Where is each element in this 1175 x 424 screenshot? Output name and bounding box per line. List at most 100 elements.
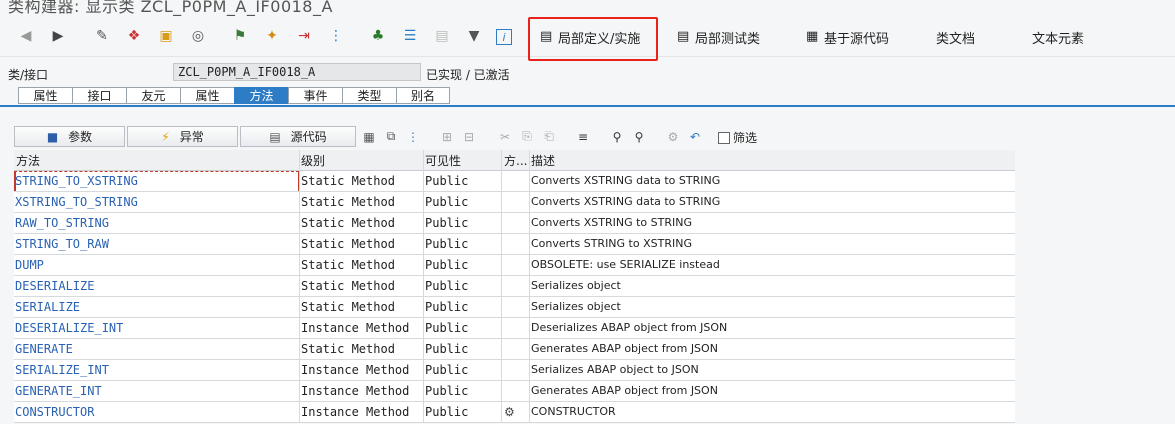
table-row[interactable]: STRING_TO_RAW Static Method Public Converts… [14, 234, 1015, 255]
table-row[interactable]: XSTRING_TO_STRING Static Method Public Conv… [14, 192, 1015, 213]
level-cell: Static Method [301, 342, 395, 356]
source-code-icon: ▦ [806, 29, 819, 44]
detail-view-icon[interactable]: ▦ [360, 127, 378, 146]
header-description[interactable]: 描述 [531, 152, 555, 169]
method-name-cell[interactable]: STRING_TO_XSTRING [15, 174, 138, 188]
filter-checkbox[interactable]: 筛选 [718, 129, 757, 146]
tab-events[interactable]: 事件 [288, 87, 342, 104]
level-cell: Instance Method [301, 405, 410, 419]
parameters-button[interactable]: ■ 参数 [14, 126, 125, 147]
description-cell: Serializes ABAP object to JSON [531, 363, 699, 376]
tab-interfaces[interactable]: 接口 [72, 87, 126, 104]
description-cell: OBSOLETE: use SERIALIZE instead [531, 258, 720, 271]
tab-methods[interactable]: 方法 [234, 87, 288, 104]
method-name-cell[interactable]: DESERIALIZE_INT [15, 321, 123, 335]
method-name-cell[interactable]: CONSTRUCTOR [15, 405, 94, 419]
column-divider [423, 150, 424, 423]
table-row[interactable]: DESERIALIZE_INT Instance Method Public Dese… [14, 318, 1015, 339]
table-row[interactable]: GENERATE Static Method Public Generates ABA… [14, 339, 1015, 360]
cut-icon[interactable]: ✂ [496, 127, 514, 146]
local-test-classes-label: 局部测试类 [695, 31, 761, 47]
info-icon[interactable]: i [496, 29, 512, 45]
copy-icon[interactable]: ⧉ [382, 127, 400, 146]
table-row[interactable]: SERIALIZE_INT Instance Method Public Serial… [14, 360, 1015, 381]
method-toolbar: ■ 参数 ⚡ 异常 ▤ 源代码 ▦ ⧉ ⋮ ⊞ ⊟ ✂ ⎘ ⎗ ≡ ⚲ ⚲ ⚙ … [14, 126, 1014, 148]
header-method-type[interactable]: 方... [504, 152, 527, 169]
method-name-cell[interactable]: DESERIALIZE [15, 279, 94, 293]
tab-types[interactable]: 类型 [342, 87, 396, 104]
tree-icon[interactable]: ⋮ [404, 127, 422, 146]
header-level[interactable]: 级别 [301, 152, 325, 169]
activate-icon[interactable]: ◎ [188, 26, 208, 46]
header-visibility[interactable]: 可见性 [425, 152, 461, 169]
settings-icon[interactable]: ⚙ [664, 127, 682, 146]
method-name-cell[interactable]: SERIALIZE [15, 300, 80, 314]
description-cell: Converts XSTRING data to STRING [531, 195, 721, 208]
parameters-label: 参数 [68, 130, 93, 144]
tab-attributes-1[interactable]: 属性 [18, 87, 72, 104]
undo-icon[interactable]: ↶ [686, 127, 704, 146]
paste-icon[interactable]: ⎗ [540, 127, 558, 146]
lightning-icon: ⚡ [161, 129, 170, 144]
class-documentation-button[interactable]: 类文档 [936, 26, 975, 48]
checkbox-box[interactable] [718, 131, 730, 144]
wizard-icon[interactable]: ✦ [262, 26, 282, 46]
back-arrow-icon[interactable]: ◀ [16, 26, 36, 46]
insert-icon[interactable]: ⇥ [294, 26, 314, 46]
method-name-cell[interactable]: RAW_TO_STRING [15, 216, 109, 230]
tab-strip: 属性 接口 友元 属性 方法 事件 类型 别名 [18, 87, 450, 105]
visibility-cell: Public [425, 279, 469, 293]
table-row[interactable]: STRING_TO_XSTRING Static Method Public Conv… [14, 171, 1015, 192]
insert-row-icon[interactable]: ⊞ [438, 127, 456, 146]
tab-aliases[interactable]: 别名 [396, 87, 450, 104]
stack-icon[interactable]: ☰ [400, 26, 420, 46]
find-next-icon[interactable]: ⚲ [630, 127, 648, 146]
visibility-cell: Public [425, 321, 469, 335]
source-code-button[interactable]: ▤ 源代码 [240, 126, 356, 147]
table-row[interactable]: RAW_TO_STRING Static Method Public Converts… [14, 213, 1015, 234]
header-method[interactable]: 方法 [16, 152, 40, 169]
table-row[interactable]: GENERATE_INT Instance Method Public Generat… [14, 381, 1015, 402]
navigation-icon[interactable]: ⋮ [326, 26, 346, 46]
class-info-row: 类/接口 ZCL_P0PM_A_IF0018_A 已实现 / 已激活 [0, 62, 1175, 84]
exceptions-label: 异常 [179, 130, 204, 144]
source-based-button[interactable]: ▦ 基于源代码 [806, 26, 889, 48]
method-name-cell[interactable]: GENERATE [15, 342, 73, 356]
other-object-icon[interactable]: ❖ [124, 26, 144, 46]
class-documentation-label: 类文档 [936, 31, 976, 47]
table-row[interactable]: DESERIALIZE Static Method Public Serializes… [14, 276, 1015, 297]
find-icon[interactable]: ⚲ [608, 127, 626, 146]
visibility-cell: Public [425, 300, 469, 314]
tab-attributes-2[interactable]: 属性 [180, 87, 234, 104]
forward-arrow-icon[interactable]: ▶ [48, 26, 68, 46]
class-name-field[interactable]: ZCL_P0PM_A_IF0018_A [173, 63, 421, 81]
table-row[interactable]: CONSTRUCTOR Instance Method Public CONSTRUC… [14, 402, 1015, 423]
filter-label: 筛选 [733, 131, 758, 145]
display-change-icon[interactable]: ✎ [92, 26, 112, 46]
where-used-icon[interactable]: ⚑ [230, 26, 250, 46]
local-test-classes-button[interactable]: ▤ 局部测试类 [677, 26, 760, 48]
copy-row-icon[interactable]: ⎘ [518, 127, 536, 146]
text-elements-button[interactable]: 文本元素 [1032, 26, 1084, 48]
hierarchy-icon[interactable]: ♣ [368, 26, 388, 46]
method-name-cell[interactable]: XSTRING_TO_STRING [15, 195, 138, 209]
table-row[interactable]: SERIALIZE Static Method Public Serializes o… [14, 297, 1015, 318]
method-name-cell[interactable]: GENERATE_INT [15, 384, 102, 398]
visibility-cell: Public [425, 195, 469, 209]
method-name-cell[interactable]: DUMP [15, 258, 44, 272]
description-cell: Generates ABAP object from JSON [531, 384, 718, 397]
tab-friends[interactable]: 友元 [126, 87, 180, 104]
filter-icon[interactable]: ▼ [464, 26, 484, 46]
check-icon[interactable]: ▣ [156, 26, 176, 46]
exceptions-button[interactable]: ⚡ 异常 [127, 126, 238, 147]
column-divider [501, 150, 502, 423]
method-name-cell[interactable]: SERIALIZE_INT [15, 363, 109, 377]
align-icon[interactable]: ≡ [574, 127, 592, 146]
table-row[interactable]: DUMP Static Method Public OBSOLETE: use SER… [14, 255, 1015, 276]
document-icon[interactable]: ▤ [432, 26, 452, 46]
visibility-cell: Public [425, 237, 469, 251]
delete-row-icon[interactable]: ⊟ [460, 127, 478, 146]
description-cell: Deserializes ABAP object from JSON [531, 321, 728, 334]
method-name-cell[interactable]: STRING_TO_RAW [15, 237, 109, 251]
column-divider [529, 150, 530, 423]
